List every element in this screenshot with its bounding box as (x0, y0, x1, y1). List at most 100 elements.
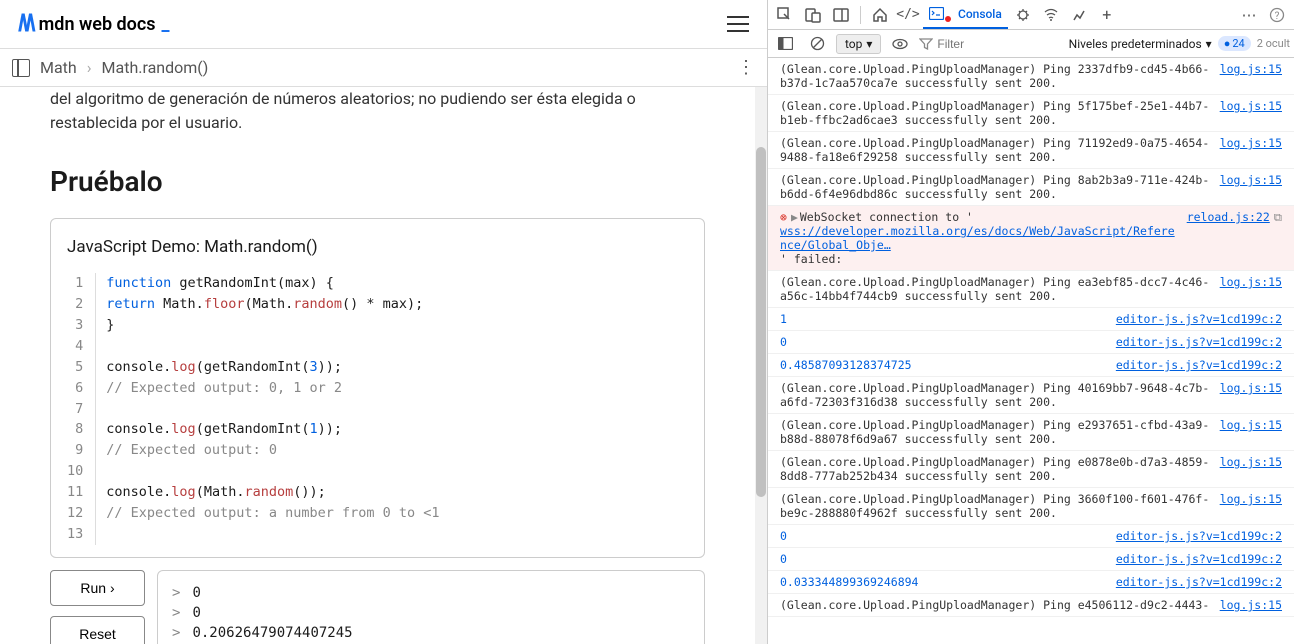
log-message: (Glean.core.Upload.PingUploadManager) Pi… (780, 455, 1210, 483)
toggle-sidebar-icon[interactable] (772, 31, 798, 57)
more-menu-button[interactable]: ⋮ (737, 57, 755, 78)
log-message: ⊗▶WebSocket connection to 'wss://develop… (780, 210, 1177, 266)
logo-cursor: _ (162, 14, 170, 35)
log-source-link[interactable]: reload.js:22 (1187, 210, 1270, 224)
filter-input[interactable] (937, 37, 997, 51)
log-row: (Glean.core.Upload.PingUploadManager) Pi… (768, 414, 1294, 451)
more-icon[interactable]: ⋯ (1236, 2, 1262, 28)
inspect-icon[interactable] (772, 2, 798, 28)
log-row: 0editor-js.js?v=1cd199c:2 (768, 331, 1294, 354)
code-area[interactable]: function getRandomInt(max) { return Math… (96, 273, 439, 545)
mdn-logo[interactable]: /\/\ mdn web docs _ (18, 10, 170, 38)
log-message: (Glean.core.Upload.PingUploadManager) Pi… (780, 136, 1210, 164)
line-gutter: 12345678910111213 (63, 273, 96, 545)
issues-badge[interactable]: ●24 (1218, 36, 1251, 51)
log-message: (Glean.core.Upload.PingUploadManager) Pi… (780, 418, 1210, 446)
logo-text: mdn web docs (39, 14, 156, 35)
output-line: >0 (172, 605, 690, 621)
site-header: /\/\ mdn web docs _ (0, 0, 767, 48)
log-levels-selector[interactable]: Niveles predeterminados ▾ (1069, 37, 1212, 51)
console-log-area[interactable]: (Glean.core.Upload.PingUploadManager) Pi… (768, 58, 1294, 644)
log-source-link[interactable]: log.js:15 (1220, 418, 1282, 446)
output-line: >0 (172, 585, 690, 601)
intro-paragraph: del algoritmo de generación de números a… (50, 87, 705, 135)
log-message: 1 (780, 312, 1106, 326)
performance-icon[interactable] (1066, 2, 1092, 28)
devtools-panel: </> Consola + ⋯ ? top ▾ Niveles predet (768, 0, 1294, 644)
add-tab-icon[interactable]: + (1094, 2, 1120, 28)
log-source-link[interactable]: editor-js.js?v=1cd199c:2 (1116, 335, 1282, 349)
log-source-link[interactable]: log.js:15 (1220, 492, 1282, 520)
console-tab[interactable]: Consola (923, 1, 1008, 29)
filter-icon (919, 38, 933, 50)
log-row: ⊗▶WebSocket connection to 'wss://develop… (768, 206, 1294, 271)
article-content: del algoritmo de generación de números a… (0, 87, 755, 644)
log-source-link[interactable]: editor-js.js?v=1cd199c:2 (1116, 575, 1282, 589)
log-message: (Glean.core.Upload.PingUploadManager) Pi… (780, 173, 1210, 201)
help-icon[interactable]: ? (1264, 2, 1290, 28)
home-icon[interactable] (867, 2, 893, 28)
breadcrumb-bar: Math › Math.random() ⋮ (0, 48, 767, 87)
log-source-link[interactable]: log.js:15 (1220, 136, 1282, 164)
panel-icon[interactable] (828, 2, 854, 28)
log-message: (Glean.core.Upload.PingUploadManager) Pi… (780, 381, 1210, 409)
copy-icon[interactable]: ⧉ (1274, 210, 1282, 225)
scrollbar-thumb[interactable] (756, 147, 766, 497)
code-editor[interactable]: 12345678910111213 function getRandomInt(… (63, 273, 692, 545)
devtools-tabs: </> Consola + ⋯ ? (768, 0, 1294, 30)
demo-buttons: Run › Reset (50, 570, 145, 644)
log-source-link[interactable]: editor-js.js?v=1cd199c:2 (1116, 552, 1282, 566)
console-icon (929, 7, 944, 20)
debugger-icon[interactable] (1010, 2, 1036, 28)
try-it-heading: Pruébalo (50, 165, 705, 198)
log-source-link[interactable]: log.js:15 (1220, 173, 1282, 201)
sidebar-toggle-icon[interactable] (12, 59, 30, 77)
log-source-link[interactable]: log.js:15 (1220, 275, 1282, 303)
log-source-link[interactable]: editor-js.js?v=1cd199c:2 (1116, 358, 1282, 372)
context-selector[interactable]: top ▾ (836, 34, 881, 54)
log-message: (Glean.core.Upload.PingUploadManager) Pi… (780, 62, 1210, 90)
log-source-link[interactable]: log.js:15 (1220, 455, 1282, 483)
network-icon[interactable] (1038, 2, 1064, 28)
run-button[interactable]: Run › (50, 570, 145, 606)
log-row: 1 editor-js.js?v=1cd199c:2 (768, 308, 1294, 331)
breadcrumb-item[interactable]: Math.random() (102, 58, 209, 77)
device-icon[interactable] (800, 2, 826, 28)
chevron-down-icon: ▾ (1206, 37, 1212, 51)
log-row: 0.48587093128374725 editor-js.js?v=1cd199… (768, 354, 1294, 377)
log-source-link[interactable]: editor-js.js?v=1cd199c:2 (1116, 312, 1282, 326)
svg-text:?: ? (1275, 11, 1280, 22)
log-row: (Glean.core.Upload.PingUploadManager) Pi… (768, 169, 1294, 206)
log-row: 0 editor-js.js?v=1cd199c:2 (768, 548, 1294, 571)
log-source-link[interactable]: editor-js.js?v=1cd199c:2 (1116, 529, 1282, 543)
expand-triangle-icon[interactable]: ▶ (791, 210, 798, 224)
breadcrumb-item[interactable]: Math (40, 58, 77, 77)
log-message: (Glean.core.Upload.PingUploadManager) Pi… (780, 99, 1210, 127)
elements-tab[interactable]: </> (895, 2, 921, 28)
hidden-count[interactable]: 2 ocult (1257, 37, 1290, 50)
console-toolbar: top ▾ Niveles predeterminados ▾ ●24 2 oc… (768, 30, 1294, 58)
logo-mark-icon: /\/\ (18, 10, 33, 38)
log-message: 0.033344899369246894 (780, 575, 1106, 589)
chevron-right-icon: › (87, 58, 92, 77)
log-message: 0 (780, 529, 1106, 543)
log-source-link[interactable]: log.js:15 (1220, 381, 1282, 409)
log-source-link[interactable]: log.js:15 (1220, 99, 1282, 127)
menu-button[interactable] (727, 16, 749, 32)
error-dot-icon (945, 16, 951, 22)
log-row: (Glean.core.Upload.PingUploadManager) Pi… (768, 58, 1294, 95)
log-source-link[interactable]: log.js:15 (1220, 62, 1282, 90)
code-demo-box: JavaScript Demo: Math.random() 123456789… (50, 218, 705, 558)
log-message: 0.48587093128374725 (780, 358, 1106, 372)
log-message: 0 (780, 552, 1106, 566)
clear-console-icon[interactable] (804, 31, 830, 57)
log-row: (Glean.core.Upload.PingUploadManager) Pi… (768, 488, 1294, 525)
log-row: (Glean.core.Upload.PingUploadManager) Pi… (768, 594, 1294, 617)
scrollbar[interactable] (755, 87, 767, 644)
error-url-link[interactable]: wss://developer.mozilla.org/es/docs/Web/… (780, 224, 1175, 252)
log-row: (Glean.core.Upload.PingUploadManager) Pi… (768, 132, 1294, 169)
log-source-link[interactable]: log.js:15 (1220, 598, 1282, 612)
live-expression-icon[interactable] (887, 31, 913, 57)
hamburger-icon (727, 16, 749, 32)
reset-button[interactable]: Reset (50, 616, 145, 644)
